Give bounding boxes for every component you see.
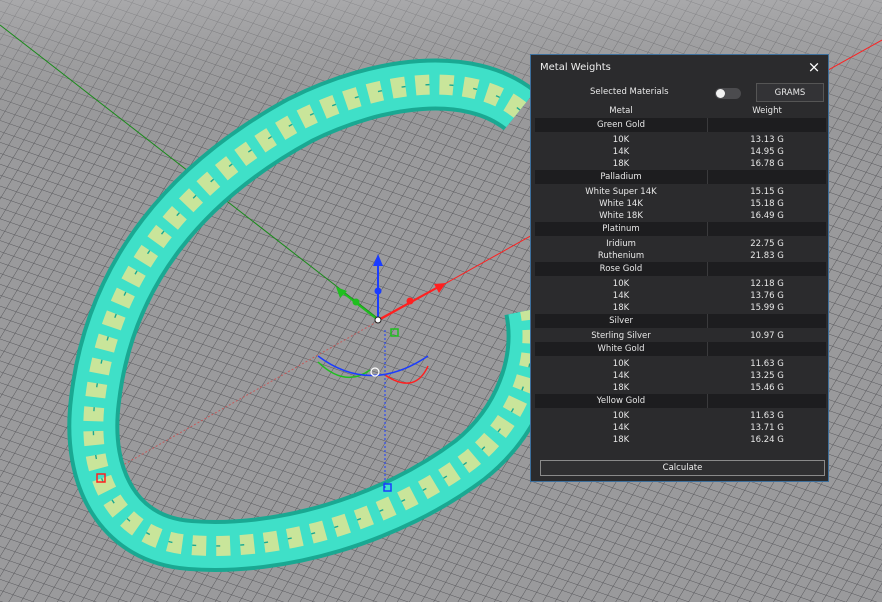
selected-materials-toggle[interactable] bbox=[715, 88, 741, 99]
metal-cell: 10K bbox=[612, 135, 630, 145]
metal-cell: Iridium bbox=[606, 239, 636, 249]
group-name: Rose Gold bbox=[599, 264, 643, 274]
metal-cell: 10K bbox=[612, 279, 630, 289]
panel-title: Metal Weights bbox=[540, 62, 611, 73]
weight-cell: 16.24 G bbox=[750, 435, 784, 445]
metal-cell: 14K bbox=[612, 371, 630, 381]
table-row: 10K 12.18 G bbox=[535, 278, 826, 290]
group-name: Yellow Gold bbox=[596, 396, 646, 406]
weight-cell: 13.25 G bbox=[750, 371, 784, 381]
metal-cell: 18K bbox=[612, 435, 630, 445]
column-header-metal: Metal bbox=[609, 106, 633, 116]
weight-cell: 13.76 G bbox=[750, 291, 784, 301]
metal-cell: 18K bbox=[612, 159, 630, 169]
table-row: White 14K 15.18 G bbox=[535, 198, 826, 210]
column-divider bbox=[707, 394, 708, 408]
column-divider bbox=[707, 118, 708, 132]
metal-cell: 10K bbox=[612, 411, 630, 421]
panel-header: Metal Weights × bbox=[531, 55, 828, 81]
group-name: Palladium bbox=[600, 172, 642, 182]
metal-cell: White 14K bbox=[599, 199, 643, 209]
column-divider bbox=[707, 262, 708, 276]
metal-weights-table: Green Gold 10K 13.13 G 14K 14.95 G 18K 16.78 G… bbox=[535, 118, 826, 446]
table-row: 14K 13.71 G bbox=[535, 422, 826, 434]
column-header-weight: Weight bbox=[752, 106, 782, 116]
metal-cell: 14K bbox=[612, 423, 630, 433]
column-divider bbox=[707, 222, 708, 236]
table-row: 14K 13.25 G bbox=[535, 370, 826, 382]
group-name: White Gold bbox=[597, 344, 645, 354]
metal-cell: Ruthenium bbox=[597, 251, 645, 261]
table-row: 18K 15.99 G bbox=[535, 302, 826, 314]
metal-cell: 14K bbox=[612, 291, 630, 301]
metal-cell: White Super 14K bbox=[585, 187, 657, 197]
table-row: Sterling Silver 10.97 G bbox=[535, 330, 826, 342]
table-row: 18K 16.78 G bbox=[535, 158, 826, 170]
table-row: White 18K 16.49 G bbox=[535, 210, 826, 222]
group-header: Yellow Gold bbox=[535, 394, 826, 408]
metal-cell: 18K bbox=[612, 383, 630, 393]
close-icon[interactable]: × bbox=[805, 58, 823, 76]
weight-cell: 12.18 G bbox=[750, 279, 784, 289]
metal-cell: 18K bbox=[612, 303, 630, 313]
weight-cell: 13.13 G bbox=[750, 135, 784, 145]
table-row: White Super 14K 15.15 G bbox=[535, 186, 826, 198]
group-header: White Gold bbox=[535, 342, 826, 356]
weight-cell: 15.18 G bbox=[750, 199, 784, 209]
group-name: Platinum bbox=[602, 224, 640, 234]
units-button[interactable]: GRAMS bbox=[756, 83, 824, 102]
weight-cell: 16.49 G bbox=[750, 211, 784, 221]
selected-materials-row: Selected Materials GRAMS bbox=[531, 82, 828, 104]
column-divider bbox=[707, 314, 708, 328]
group-name: Silver bbox=[609, 316, 633, 326]
table-row: 10K 11.63 G bbox=[535, 358, 826, 370]
weight-cell: 16.78 G bbox=[750, 159, 784, 169]
metal-cell: Sterling Silver bbox=[591, 331, 651, 341]
weight-cell: 13.71 G bbox=[750, 423, 784, 433]
metal-cell: 14K bbox=[612, 147, 630, 157]
calculate-button[interactable]: Calculate bbox=[540, 460, 825, 476]
group-header: Palladium bbox=[535, 170, 826, 184]
table-row: 18K 16.24 G bbox=[535, 434, 826, 446]
column-divider bbox=[707, 170, 708, 184]
weight-cell: 11.63 G bbox=[750, 359, 784, 369]
metal-cell: 10K bbox=[612, 359, 630, 369]
group-header: Platinum bbox=[535, 222, 826, 236]
selected-materials-label: Selected Materials bbox=[590, 87, 669, 97]
weight-cell: 15.15 G bbox=[750, 187, 784, 197]
table-header: Metal Weight bbox=[535, 106, 826, 118]
table-row: 14K 13.76 G bbox=[535, 290, 826, 302]
weight-cell: 11.63 G bbox=[750, 411, 784, 421]
weight-cell: 15.46 G bbox=[750, 383, 784, 393]
weight-cell: 14.95 G bbox=[750, 147, 784, 157]
table-row: Ruthenium 21.83 G bbox=[535, 250, 826, 262]
table-row: 18K 15.46 G bbox=[535, 382, 826, 394]
weight-cell: 22.75 G bbox=[750, 239, 784, 249]
weight-cell: 10.97 G bbox=[750, 331, 784, 341]
metal-cell: White 18K bbox=[599, 211, 643, 221]
metal-weights-panel: Metal Weights × Selected Materials GRAMS… bbox=[530, 54, 829, 482]
weight-cell: 15.99 G bbox=[750, 303, 784, 313]
group-header: Silver bbox=[535, 314, 826, 328]
table-row: 10K 11.63 G bbox=[535, 410, 826, 422]
column-divider bbox=[707, 342, 708, 356]
group-name: Green Gold bbox=[597, 120, 645, 130]
table-row: 10K 13.13 G bbox=[535, 134, 826, 146]
table-row: Iridium 22.75 G bbox=[535, 238, 826, 250]
table-row: 14K 14.95 G bbox=[535, 146, 826, 158]
group-header: Rose Gold bbox=[535, 262, 826, 276]
toggle-knob bbox=[716, 89, 725, 98]
group-header: Green Gold bbox=[535, 118, 826, 132]
weight-cell: 21.83 G bbox=[750, 251, 784, 261]
